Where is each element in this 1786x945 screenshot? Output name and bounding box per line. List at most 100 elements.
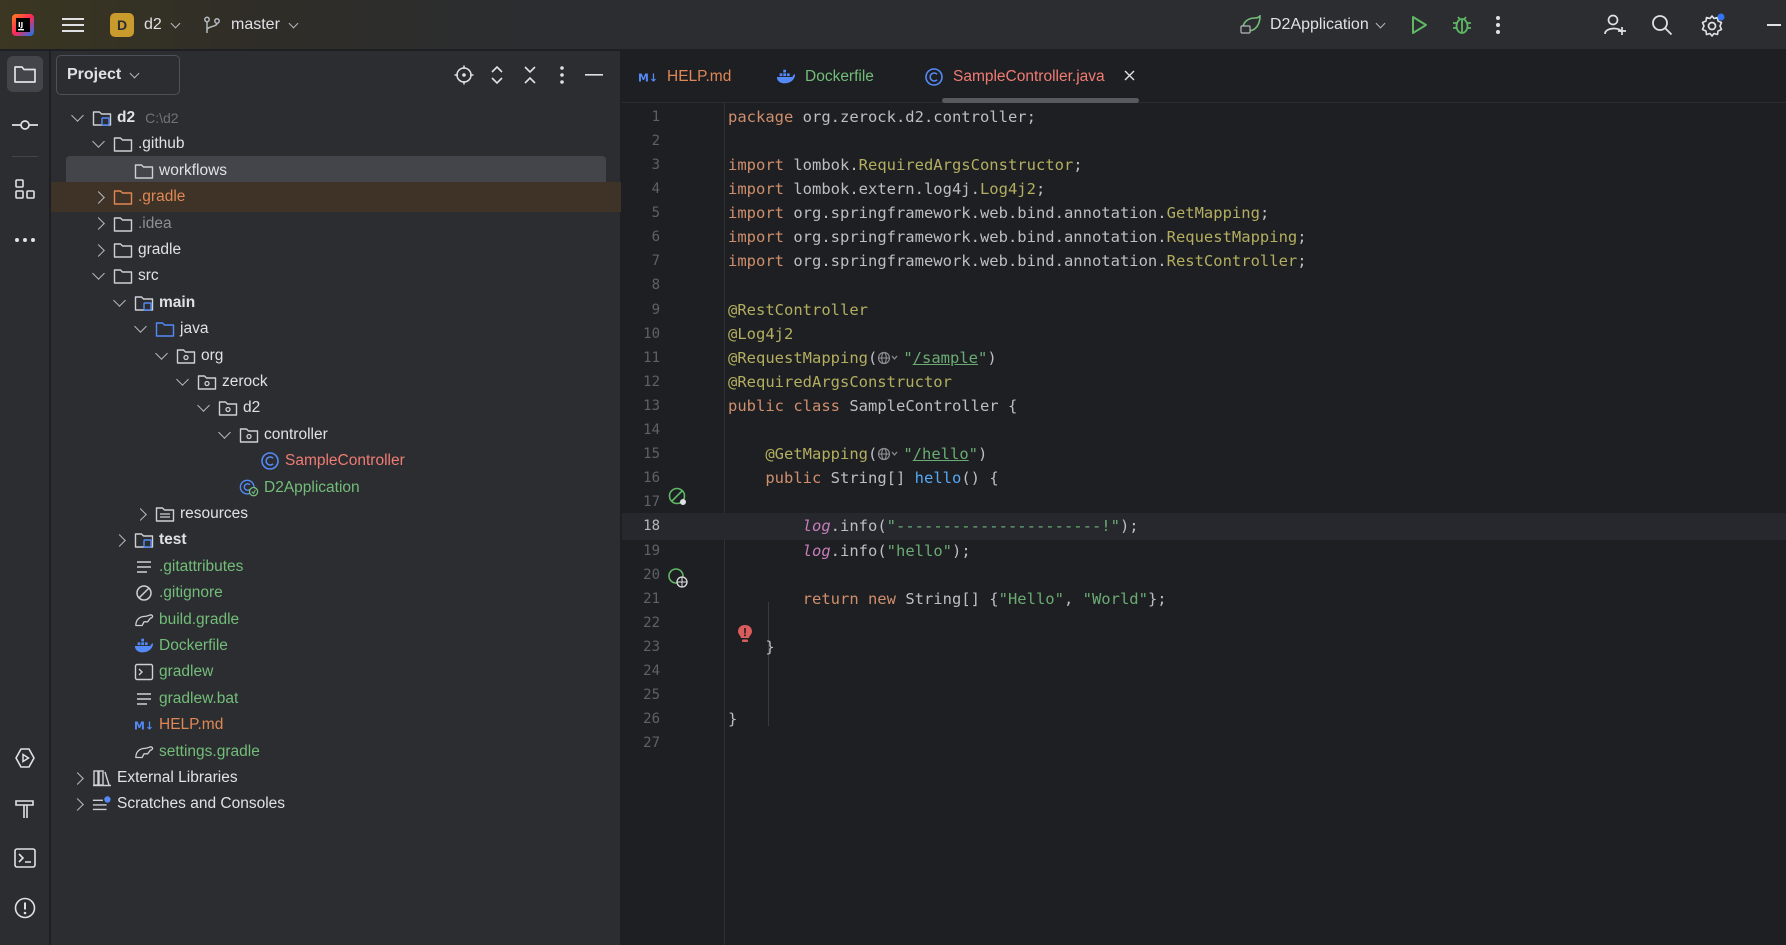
settings-button[interactable] xyxy=(1700,0,1726,50)
folder-icon xyxy=(113,266,133,286)
chevron-right-icon[interactable] xyxy=(91,190,105,204)
module-folder-icon xyxy=(134,530,154,550)
libraries-icon xyxy=(92,768,112,788)
code-line-text: log.info("hello"); xyxy=(802,541,971,560)
chevron-right-icon[interactable] xyxy=(70,771,84,785)
terminal-tool-button[interactable] xyxy=(7,840,43,876)
line-number: 15 xyxy=(643,446,660,463)
tab-dockerfile[interactable]: Dockerfile xyxy=(776,51,874,103)
svg-text:M↓: M↓ xyxy=(134,720,154,732)
services-tool-button[interactable] xyxy=(7,740,43,776)
expand-all-button[interactable] xyxy=(485,63,509,87)
tree-item-label: D2Application xyxy=(264,478,360,496)
chevron-down-icon[interactable] xyxy=(91,135,105,149)
structure-tool-button[interactable] xyxy=(7,171,43,207)
svg-text:M↓: M↓ xyxy=(638,72,658,84)
folder-icon xyxy=(113,134,133,154)
problems-tool-button[interactable] xyxy=(7,890,43,926)
project-view-selector[interactable]: Project xyxy=(56,55,180,95)
line-number: 2 xyxy=(651,132,660,149)
chevron-right-icon[interactable] xyxy=(70,798,84,811)
run-config-selector[interactable]: D2Application xyxy=(1240,0,1386,50)
line-number: 17 xyxy=(643,494,660,511)
close-tab-button[interactable] xyxy=(1124,68,1135,86)
collapse-all-button[interactable] xyxy=(518,63,542,87)
tree-item-label: d2 xyxy=(243,399,261,417)
main-menu-button[interactable] xyxy=(62,0,84,50)
chevron-down-icon[interactable] xyxy=(91,267,105,281)
code-line-text: return new String[] {"Hello", "World"}; xyxy=(802,589,1167,608)
project-selector[interactable]: D d2 xyxy=(110,0,181,50)
collapse-all-icon xyxy=(524,66,536,84)
gear-icon xyxy=(1701,13,1725,37)
text-file-icon xyxy=(134,689,154,709)
spring-class-icon xyxy=(239,478,259,498)
chevron-down-icon xyxy=(1375,18,1386,28)
code-area[interactable]: 1 package org.zerock.d2.controller; 2 3 impo… xyxy=(622,103,1786,945)
tree-item-label: HELP.md xyxy=(159,716,224,734)
hammer-icon xyxy=(15,800,34,818)
code-line-text: import org.springframework.web.bind.anno… xyxy=(728,252,1307,271)
expand-all-icon xyxy=(491,65,503,85)
chevron-down-icon[interactable] xyxy=(196,399,210,413)
search-everywhere-button[interactable] xyxy=(1651,0,1673,50)
line-number: 7 xyxy=(651,253,660,270)
line-number: 4 xyxy=(651,181,660,198)
tab-help-md[interactable]: M↓ HELP.md xyxy=(638,51,731,103)
branch-name: master xyxy=(231,16,280,33)
code-line-text: @Log4j2 xyxy=(728,324,794,343)
intellij-logo-icon[interactable]: IJ xyxy=(10,0,36,50)
code-line-text: public class SampleController { xyxy=(728,396,1018,415)
chevron-right-icon[interactable] xyxy=(91,243,105,257)
chevron-down-icon[interactable] xyxy=(154,346,168,360)
folder-icon xyxy=(113,214,133,234)
vertical-dots-icon xyxy=(560,66,564,84)
chevron-down-icon[interactable] xyxy=(133,320,147,334)
tree-item-scratches-and-consoles[interactable]: Scratches and Consoles xyxy=(51,789,621,819)
search-icon xyxy=(1652,15,1673,36)
http-client-globe-icon[interactable] xyxy=(877,445,903,463)
minimize-window-icon[interactable] xyxy=(1767,0,1781,50)
horizontal-dots-icon xyxy=(15,238,35,242)
line-number: 3 xyxy=(651,156,660,173)
line-number: 11 xyxy=(643,349,660,366)
services-icon xyxy=(15,748,35,768)
project-tool-button[interactable] xyxy=(7,56,43,92)
minimize-icon xyxy=(585,74,603,76)
options-button[interactable] xyxy=(550,63,574,87)
crosshair-icon xyxy=(454,65,474,85)
chevron-down-icon[interactable] xyxy=(112,293,126,307)
more-actions-button[interactable] xyxy=(1495,0,1501,50)
tree-item-label: src xyxy=(138,267,159,285)
tree-item-github[interactable]: .github xyxy=(51,129,621,159)
code-line[interactable]: 27 xyxy=(622,730,1786,758)
line-number: 14 xyxy=(643,422,660,439)
tree-item-label: java xyxy=(180,320,209,338)
chevron-right-icon[interactable] xyxy=(91,217,105,230)
run-icon xyxy=(1412,16,1427,34)
chevron-down-icon[interactable] xyxy=(217,425,231,439)
select-opened-file-button[interactable] xyxy=(452,63,476,87)
debug-button[interactable] xyxy=(1451,0,1473,50)
chevron-right-icon[interactable] xyxy=(112,534,126,547)
line-number: 1 xyxy=(651,108,660,125)
chevron-down-icon[interactable] xyxy=(175,373,189,386)
code-with-me-button[interactable] xyxy=(1603,0,1627,50)
chevron-down-icon[interactable] xyxy=(70,109,84,122)
http-client-globe-icon[interactable] xyxy=(877,349,903,367)
hide-panel-button[interactable] xyxy=(582,63,606,87)
code-line-text: } xyxy=(728,710,738,729)
line-number: 19 xyxy=(643,542,660,559)
commit-tool-button[interactable] xyxy=(7,107,43,143)
tree-item-label: workflows xyxy=(159,161,228,179)
tree-item-label: External Libraries xyxy=(117,769,238,786)
tab-samplecontroller-java[interactable]: SampleController.java xyxy=(924,51,1135,103)
build-tool-button[interactable] xyxy=(7,790,43,826)
folder-orange-icon xyxy=(113,187,133,207)
more-tool-windows-button[interactable] xyxy=(7,222,43,258)
branch-selector[interactable]: master xyxy=(203,0,299,50)
run-button[interactable] xyxy=(1409,0,1429,50)
package-icon xyxy=(239,425,259,445)
code-line-text: import org.springframework.web.bind.anno… xyxy=(728,204,1270,223)
chevron-right-icon[interactable] xyxy=(133,507,147,521)
